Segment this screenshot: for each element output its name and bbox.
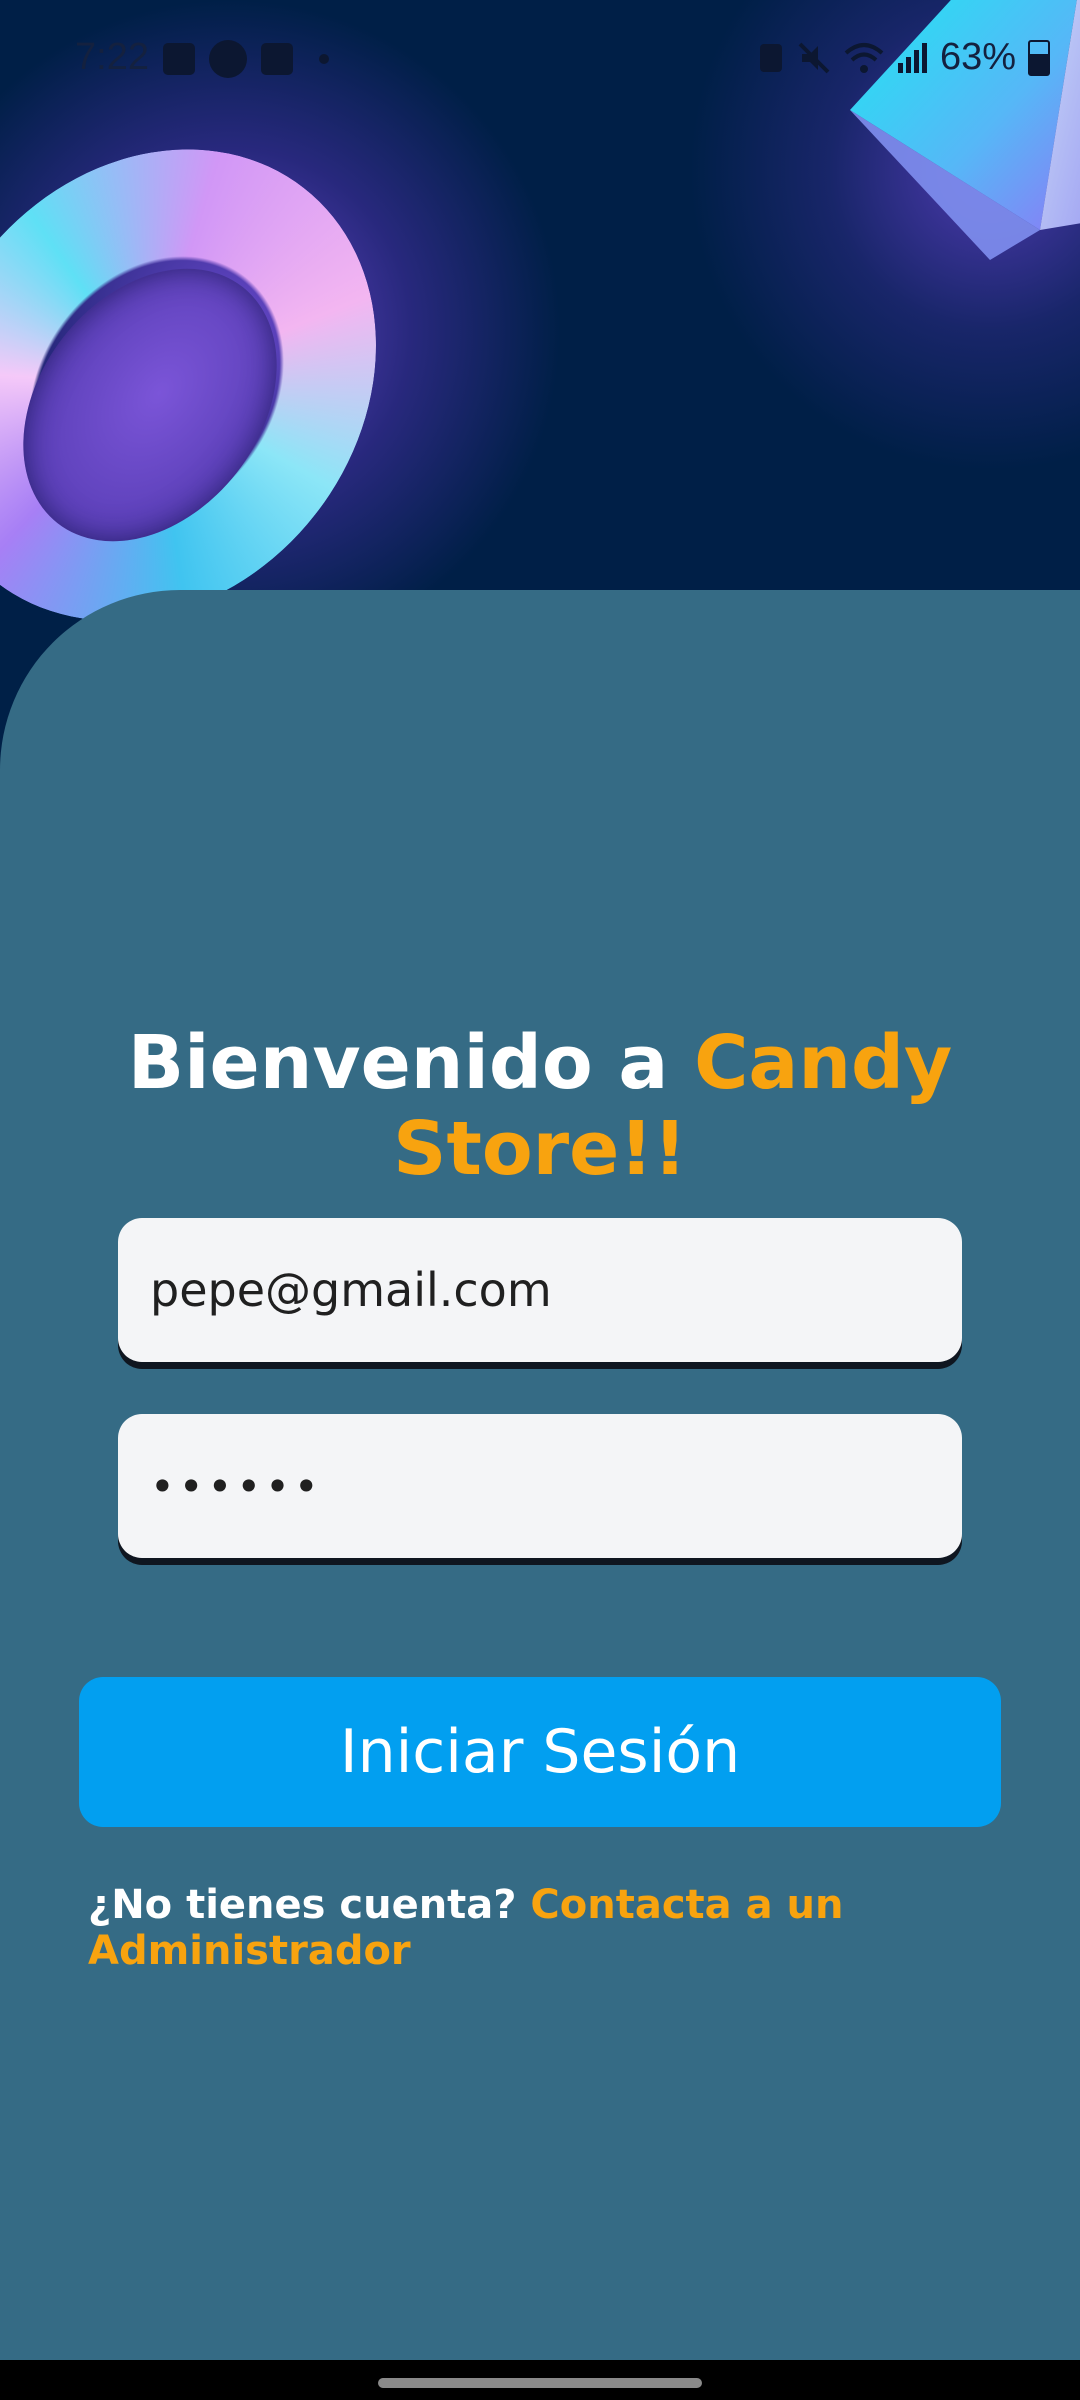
login-button-label: Iniciar Sesión [339, 1717, 741, 1787]
record-icon [759, 43, 782, 72]
image-icon [163, 43, 195, 75]
battery-percent: 63% [939, 36, 1016, 78]
email-field[interactable]: pepe@gmail.com [118, 1218, 962, 1362]
home-gesture-handle[interactable] [378, 2378, 702, 2388]
signal-icon [897, 42, 927, 73]
signup-question: ¿No tienes cuenta? [88, 1882, 531, 1928]
status-time: 7:22 [75, 36, 149, 78]
battery-icon [1028, 39, 1050, 76]
status-icons-left [163, 40, 329, 78]
email-value: pepe@gmail.com [150, 1263, 552, 1317]
wifi-icon [844, 42, 884, 73]
welcome-prefix: Bienvenido a [127, 1020, 695, 1106]
mute-icon [798, 42, 830, 73]
password-field[interactable]: •••••• [118, 1414, 962, 1558]
status-icons-right: 63% [758, 36, 1050, 79]
app-icon [209, 40, 247, 78]
status-bar: 7:22 63% [0, 0, 1080, 120]
password-value: •••••• [150, 1461, 323, 1511]
check-icon [261, 43, 293, 75]
dot-icon [319, 54, 329, 64]
navigation-bar [0, 2360, 1080, 2400]
welcome-title: Bienvenido a Candy Store!! [0, 1020, 1080, 1192]
login-button[interactable]: Iniciar Sesión [79, 1677, 1001, 1827]
signup-prompt: ¿No tienes cuenta? Contacta a un Adminis… [88, 1882, 1080, 1974]
